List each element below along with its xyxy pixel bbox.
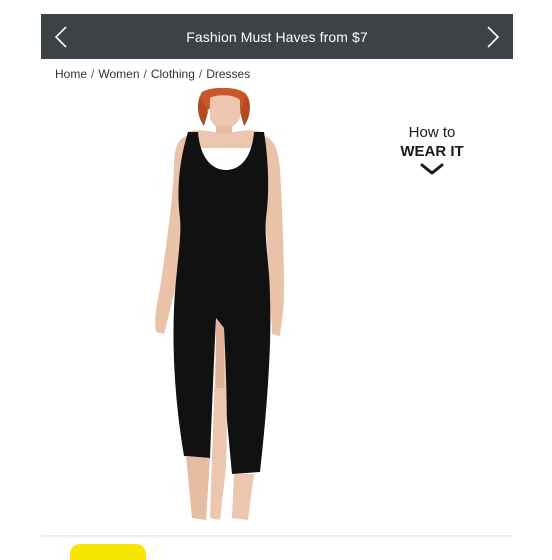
chevron-right-icon	[487, 25, 500, 48]
how-to-wear-it-link[interactable]: How to WEAR IT	[388, 124, 476, 176]
breadcrumb-dresses[interactable]: Dresses	[206, 67, 250, 81]
product-image[interactable]	[120, 88, 330, 536]
breadcrumb-separator: /	[143, 67, 147, 81]
breadcrumb-separator: /	[198, 67, 203, 81]
breadcrumb-home[interactable]: Home	[55, 67, 87, 81]
promo-banner[interactable]: Fashion Must Haves from $7	[41, 14, 513, 59]
breadcrumb: Home / Women / Clothing / Dresses	[55, 67, 250, 81]
breadcrumb-separator: /	[91, 67, 95, 81]
breadcrumb-women[interactable]: Women	[98, 67, 139, 81]
wear-it-label: WEAR IT	[400, 143, 464, 160]
breadcrumb-clothing[interactable]: Clothing	[151, 67, 195, 81]
how-to-label: How to	[408, 124, 456, 141]
chevron-left-icon	[54, 25, 67, 48]
chevron-down-icon	[420, 163, 444, 175]
section-divider	[41, 535, 513, 538]
promo-title[interactable]: Fashion Must Haves from $7	[186, 29, 368, 45]
previous-promo-button[interactable]	[41, 14, 81, 59]
next-promo-button[interactable]	[473, 14, 513, 59]
add-to-bag-button-peek[interactable]	[70, 544, 146, 560]
